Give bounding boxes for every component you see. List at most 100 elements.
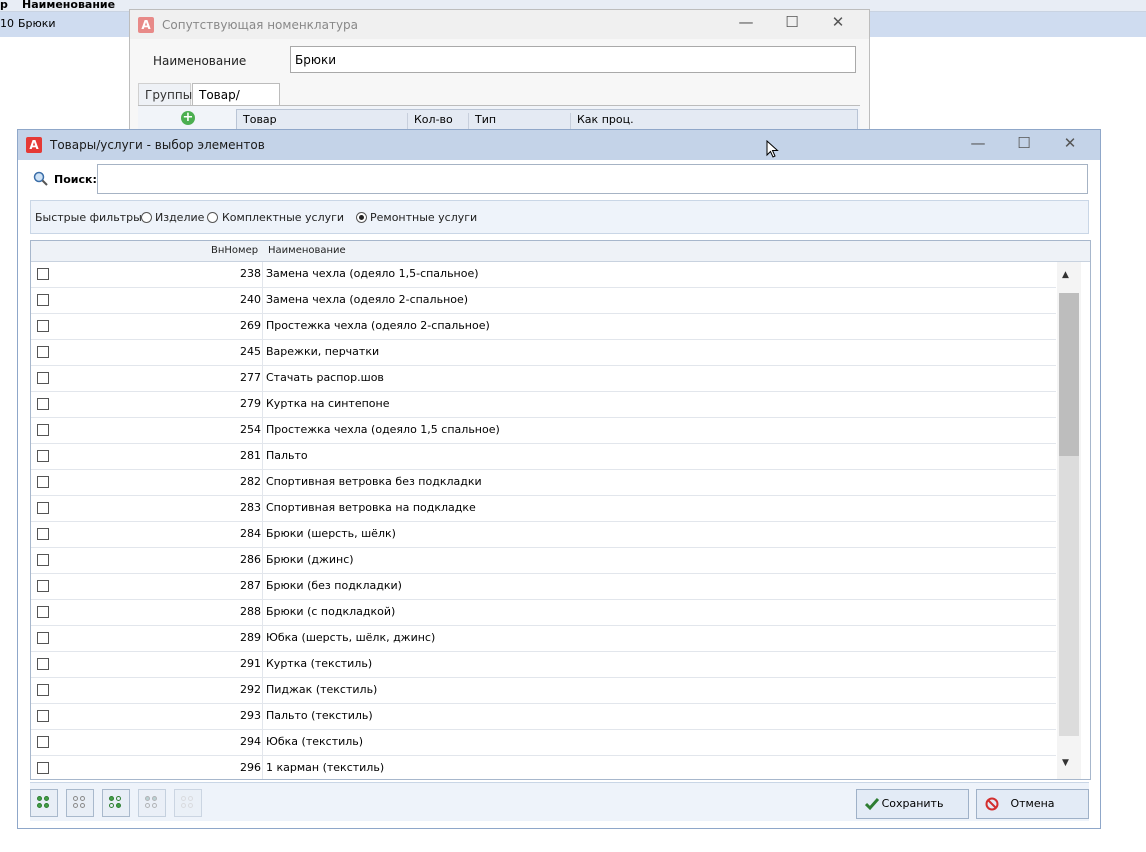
- row-checkbox[interactable]: [37, 580, 49, 592]
- row-checkbox[interactable]: [37, 346, 49, 358]
- table-row[interactable]: 286 Брюки (джинс): [31, 548, 1056, 574]
- filter-label-products[interactable]: Изделие: [155, 211, 204, 224]
- select-all-button[interactable]: [30, 789, 58, 817]
- column-divider: [262, 444, 263, 469]
- filter-label-repair-services[interactable]: Ремонтные услуги: [370, 211, 477, 224]
- maximize-icon[interactable]: ☐: [1004, 134, 1044, 156]
- column-divider: [262, 704, 263, 729]
- invert-selection-button[interactable]: [102, 789, 130, 817]
- bg-row-num: 10: [0, 17, 14, 30]
- col-header-name[interactable]: Наименование: [268, 245, 346, 256]
- row-checkbox[interactable]: [37, 502, 49, 514]
- scrollbar-thumb[interactable]: [1059, 293, 1079, 456]
- search-icon: [33, 171, 48, 186]
- quick-filters-label: Быстрые фильтры: [35, 211, 142, 224]
- table-row[interactable]: 245 Варежки, перчатки: [31, 340, 1056, 366]
- vertical-scrollbar[interactable]: ▲ ▼: [1057, 262, 1081, 779]
- row-checkbox[interactable]: [37, 398, 49, 410]
- tab-groups[interactable]: Группы: [138, 83, 192, 105]
- column-divider: [262, 626, 263, 651]
- column-divider: [262, 262, 263, 287]
- deselect-all-button[interactable]: [66, 789, 94, 817]
- row-checkbox[interactable]: [37, 658, 49, 670]
- search-input[interactable]: [97, 164, 1088, 194]
- col-header-type[interactable]: Тип: [468, 113, 496, 129]
- add-icon[interactable]: +: [181, 111, 195, 125]
- table-row[interactable]: 292 Пиджак (текстиль): [31, 678, 1056, 704]
- row-internal-number: 288: [240, 605, 261, 618]
- row-checkbox[interactable]: [37, 320, 49, 332]
- table-row[interactable]: 254 Простежка чехла (одеяло 1,5 спальное): [31, 418, 1056, 444]
- row-internal-number: 286: [240, 553, 261, 566]
- row-checkbox[interactable]: [37, 528, 49, 540]
- save-button[interactable]: Сохранить: [856, 789, 969, 819]
- table-row[interactable]: 269 Простежка чехла (одеяло 2-спальное): [31, 314, 1056, 340]
- table-row[interactable]: 289 Юбка (шерсть, шёлк, джинс): [31, 626, 1056, 652]
- row-checkbox[interactable]: [37, 736, 49, 748]
- col-header-calc[interactable]: Как проц.: [570, 113, 634, 129]
- table-row[interactable]: 284 Брюки (шерсть, шёлк): [31, 522, 1056, 548]
- row-checkbox[interactable]: [37, 424, 49, 436]
- row-checkbox[interactable]: [37, 710, 49, 722]
- table-row[interactable]: 288 Брюки (с подкладкой): [31, 600, 1056, 626]
- name-input[interactable]: Брюки: [290, 46, 856, 73]
- tab-goods-services[interactable]: Товар/услуга: [192, 83, 280, 116]
- row-checkbox[interactable]: [37, 372, 49, 384]
- table-row[interactable]: 281 Пальто: [31, 444, 1056, 470]
- table-row[interactable]: 291 Куртка (текстиль): [31, 652, 1056, 678]
- close-icon[interactable]: ✕: [1050, 134, 1090, 156]
- col-header-goods[interactable]: Товар: [237, 113, 277, 129]
- row-checkbox[interactable]: [37, 476, 49, 488]
- grid-rows: 238 Замена чехла (одеяло 1,5-спальное) 240…: [31, 262, 1056, 779]
- row-internal-number: 292: [240, 683, 261, 696]
- mouse-cursor-icon: [766, 140, 779, 158]
- filter-radio-kit-services[interactable]: [207, 212, 218, 223]
- col-header-internal-number[interactable]: ВнНомер: [211, 245, 258, 256]
- table-row[interactable]: 283 Спортивная ветровка на подкладке: [31, 496, 1056, 522]
- filter-radio-repair-services[interactable]: [356, 212, 367, 223]
- row-internal-number: 293: [240, 709, 261, 722]
- row-checkbox[interactable]: [37, 554, 49, 566]
- row-name: Куртка (текстиль): [266, 657, 373, 670]
- table-row[interactable]: 294 Юбка (текстиль): [31, 730, 1056, 756]
- select-filtered-button[interactable]: [138, 789, 166, 817]
- table-row[interactable]: 296 1 карман (текстиль): [31, 756, 1056, 779]
- col-header-qty[interactable]: Кол-во: [407, 113, 453, 129]
- scroll-up-icon[interactable]: ▲: [1062, 270, 1069, 280]
- table-row[interactable]: 240 Замена чехла (одеяло 2-спальное): [31, 288, 1056, 314]
- table-row[interactable]: 238 Замена чехла (одеяло 1,5-спальное): [31, 262, 1056, 288]
- row-checkbox[interactable]: [37, 762, 49, 774]
- minimize-icon[interactable]: —: [726, 13, 766, 35]
- row-internal-number: 282: [240, 475, 261, 488]
- table-row[interactable]: 293 Пальто (текстиль): [31, 704, 1056, 730]
- row-internal-number: 279: [240, 397, 261, 410]
- row-checkbox[interactable]: [37, 268, 49, 280]
- cancel-button[interactable]: Отмена: [976, 789, 1089, 819]
- minimize-icon[interactable]: —: [958, 134, 998, 156]
- column-divider: [262, 314, 263, 339]
- row-internal-number: 238: [240, 267, 261, 280]
- row-name: Замена чехла (одеяло 1,5-спальное): [266, 267, 479, 280]
- row-checkbox[interactable]: [37, 684, 49, 696]
- filter-selected-button[interactable]: [174, 789, 202, 817]
- row-name: Юбка (шерсть, шёлк, джинс): [266, 631, 436, 644]
- grid-header: ВнНомер Наименование: [31, 241, 1090, 262]
- table-row[interactable]: 282 Спортивная ветровка без подкладки: [31, 470, 1056, 496]
- row-checkbox[interactable]: [37, 606, 49, 618]
- table-row[interactable]: 279 Куртка на синтепоне: [31, 392, 1056, 418]
- table-row[interactable]: 277 Стачать распор.шов: [31, 366, 1056, 392]
- scroll-down-icon[interactable]: ▼: [1062, 758, 1069, 768]
- column-divider: [262, 548, 263, 573]
- row-checkbox[interactable]: [37, 294, 49, 306]
- row-checkbox[interactable]: [37, 450, 49, 462]
- maximize-icon[interactable]: ☐: [772, 13, 812, 35]
- row-internal-number: 287: [240, 579, 261, 592]
- scrollbar-track[interactable]: [1059, 456, 1079, 736]
- filter-radio-products[interactable]: [141, 212, 152, 223]
- cancel-button-label: Отмена: [1010, 797, 1055, 810]
- close-icon[interactable]: ✕: [818, 13, 858, 35]
- row-checkbox[interactable]: [37, 632, 49, 644]
- table-row[interactable]: 287 Брюки (без подкладки): [31, 574, 1056, 600]
- filter-label-kit-services[interactable]: Комплектные услуги: [222, 211, 344, 224]
- column-divider: [262, 756, 263, 779]
